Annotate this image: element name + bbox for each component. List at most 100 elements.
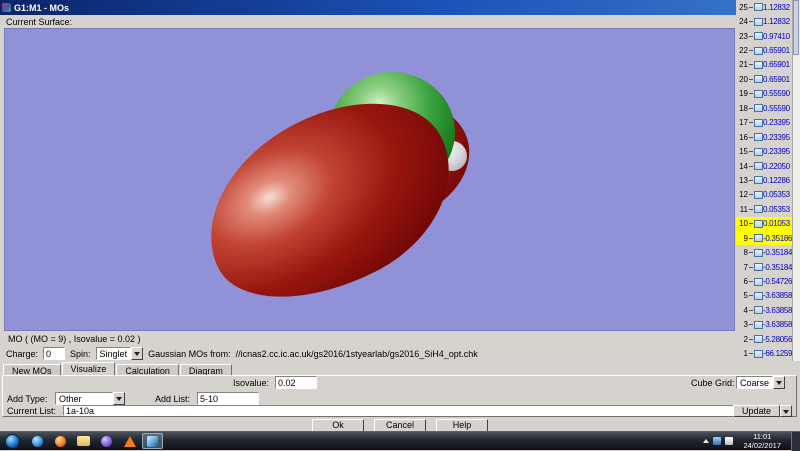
gaussview-taskbar-button[interactable] (142, 433, 163, 449)
mo-row[interactable]: 170.23395 (736, 116, 792, 130)
mo-row[interactable]: 140.22050 (736, 159, 792, 173)
mo-energy-value: 0.05353 (763, 205, 792, 214)
mo-select-button[interactable] (754, 249, 763, 257)
mo-select-button[interactable] (754, 162, 763, 170)
mo-number: 13 (736, 176, 748, 185)
mo-level-dash (749, 108, 753, 109)
mo-select-button[interactable] (754, 176, 763, 184)
mo-number: 19 (736, 89, 748, 98)
mo-number: 11 (736, 205, 748, 214)
mo-rows-container: 251.12832241.12832230.97410220.65901210.… (736, 0, 792, 361)
mo-row[interactable]: 190.55590 (736, 87, 792, 101)
mo-row[interactable]: 6-0.54726 (736, 274, 792, 288)
mo-select-button[interactable] (754, 90, 763, 98)
cube-grid-dropdown[interactable]: Coarse (736, 376, 785, 389)
mo-number: 15 (736, 147, 748, 156)
update-button[interactable]: Update (733, 405, 792, 418)
add-type-dropdown[interactable]: Other (55, 392, 125, 405)
spin-value: Singlet (96, 347, 132, 360)
mo-select-button[interactable] (754, 119, 763, 127)
mo-select-button[interactable] (754, 278, 763, 286)
mo-select-button[interactable] (754, 104, 763, 112)
mo-energy-value: 0.65901 (763, 60, 792, 69)
source-path: //icnas2.cc.ic.ac.uk/gs2016/1styearlab/g… (236, 349, 478, 359)
mo-select-button[interactable] (754, 148, 763, 156)
mo-select-button[interactable] (754, 335, 763, 343)
mo-row[interactable]: 9-0.35186 (736, 231, 792, 245)
mo-select-button[interactable] (754, 321, 763, 329)
mo-select-button[interactable] (754, 263, 763, 271)
add-list-input[interactable] (197, 392, 259, 405)
mo-level-dash (749, 295, 753, 296)
volume-icon[interactable] (725, 437, 733, 445)
mo-select-button[interactable] (754, 234, 763, 242)
chevron-down-icon[interactable] (131, 347, 143, 360)
charge-input[interactable] (43, 347, 65, 360)
browser-icon[interactable] (27, 433, 48, 449)
mo-row[interactable]: 220.65901 (736, 43, 792, 57)
mo-row[interactable]: 120.05353 (736, 188, 792, 202)
chevron-down-icon[interactable] (113, 392, 125, 405)
mo-row[interactable]: 130.12286 (736, 173, 792, 187)
mo-row[interactable]: 230.97410 (736, 29, 792, 43)
current-list-label: Current List: (7, 406, 56, 416)
mo-select-button[interactable] (754, 18, 763, 26)
mo-row[interactable]: 7-0.35184 (736, 260, 792, 274)
taskbar-clock[interactable]: 11:01 24/02/2017 (743, 432, 781, 451)
show-desktop-button[interactable] (791, 432, 800, 451)
mo-select-button[interactable] (754, 292, 763, 300)
mo-row[interactable]: 210.65901 (736, 58, 792, 72)
molecule-viewport[interactable] (4, 28, 735, 331)
isovalue-label: Isovalue: (233, 378, 269, 388)
mo-row[interactable]: 180.55590 (736, 101, 792, 115)
mo-row[interactable]: 3-3.63858 (736, 318, 792, 332)
mo-energy-value: 0.65901 (763, 46, 792, 55)
mo-energy-value: 0.97410 (763, 32, 792, 41)
chevron-down-icon[interactable] (773, 376, 785, 389)
mo-row[interactable]: 200.65901 (736, 72, 792, 86)
taskbar: 11:01 24/02/2017 (0, 431, 800, 450)
spin-dropdown[interactable]: Singlet (96, 347, 144, 360)
firefox-icon[interactable] (50, 433, 71, 449)
vlc-icon[interactable] (119, 433, 140, 449)
mo-row[interactable]: 5-3.63858 (736, 289, 792, 303)
mo-row[interactable]: 8-0.35184 (736, 245, 792, 259)
mo-row[interactable]: 160.23395 (736, 130, 792, 144)
mo-select-button[interactable] (754, 133, 763, 141)
isovalue-input[interactable] (275, 376, 317, 389)
mo-row[interactable]: 241.12832 (736, 14, 792, 28)
mo-select-button[interactable] (754, 350, 763, 358)
mo-level-dash (749, 50, 753, 51)
hidden-icons-chevron-icon[interactable] (703, 436, 709, 443)
mo-select-button[interactable] (754, 191, 763, 199)
spin-label: Spin: (70, 349, 91, 359)
mo-select-button[interactable] (754, 306, 763, 314)
mo-energy-value: -3.63858 (763, 306, 792, 315)
mo-row[interactable]: 100.01053 (736, 217, 792, 231)
network-icon[interactable] (713, 437, 721, 445)
mo-row[interactable]: 150.23395 (736, 144, 792, 158)
chevron-down-icon[interactable] (780, 405, 792, 417)
mo-row[interactable]: 2-5.28056 (736, 332, 792, 346)
scrollbar-thumb[interactable] (793, 0, 799, 55)
mo-list-scrollbar[interactable] (792, 0, 800, 361)
mo-row[interactable]: 4-3.63858 (736, 303, 792, 317)
mo-select-button[interactable] (754, 32, 763, 40)
mo-level-dash (749, 194, 753, 195)
media-player-icon[interactable] (96, 433, 117, 449)
mo-select-button[interactable] (754, 61, 763, 69)
current-list-input[interactable] (63, 405, 735, 416)
mo-select-button[interactable] (754, 205, 763, 213)
explorer-icon[interactable] (73, 433, 94, 449)
mo-select-button[interactable] (754, 47, 763, 55)
update-button-label[interactable]: Update (733, 405, 780, 417)
mo-select-button[interactable] (754, 220, 763, 228)
tab-visualize[interactable]: Visualize (62, 362, 116, 376)
mo-row[interactable]: 1-66.12596 (736, 347, 792, 361)
start-button[interactable] (5, 434, 20, 449)
mo-row[interactable]: 251.12832 (736, 0, 792, 14)
mo-row[interactable]: 11 0.05353 (736, 202, 792, 216)
mo-level-dash (749, 166, 753, 167)
mo-select-button[interactable] (754, 75, 763, 83)
mo-select-button[interactable] (754, 3, 763, 11)
